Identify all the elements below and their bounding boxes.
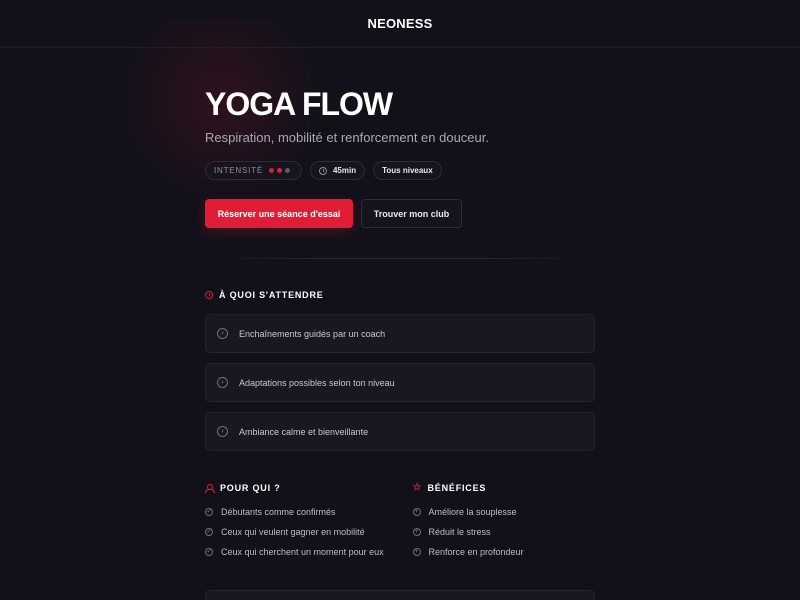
- benefits-section: ☆ BÉNÉFICES + Améliore la souplesse + Ré…: [412, 482, 596, 557]
- duration-value: 45min: [332, 166, 357, 175]
- expect-list: › Enchaînements guidés par un coach › Ad…: [205, 314, 595, 451]
- benefits-heading: ☆ BÉNÉFICES: [412, 482, 596, 494]
- list-item: + Renforce en profondeur: [412, 547, 596, 557]
- intensity-dot-inactive: [284, 168, 290, 173]
- check-circle-icon: ✓: [205, 548, 213, 556]
- list-item: ✓ Débutants comme confirmés: [205, 507, 388, 517]
- clock-icon: [318, 166, 327, 175]
- page-subtitle: Respiration, mobilité et renforcement en…: [205, 130, 489, 145]
- list-item-label: Ceux qui veulent gagner en mobilité: [221, 527, 365, 537]
- star-icon: ☆: [412, 482, 423, 493]
- expect-title: À QUOI S'ATTENDRE: [219, 290, 324, 300]
- cta-group: Réserver une séance d'essai Trouver mon …: [205, 199, 595, 228]
- benefits-list: + Améliore la souplesse + Réduit le stre…: [412, 507, 596, 557]
- list-item: ✓ Ceux qui veulent gagner en mobilité: [205, 527, 388, 537]
- plus-circle-icon: +: [412, 528, 421, 536]
- benefits-title: BÉNÉFICES: [427, 483, 487, 493]
- expect-item[interactable]: › Enchaînements guidés par un coach: [205, 314, 595, 353]
- intensity-chip: INTENSITÉ: [205, 161, 302, 180]
- list-item-label: Renforce en profondeur: [428, 547, 524, 557]
- check-circle-icon: ✓: [205, 528, 213, 536]
- expect-item[interactable]: › Ambiance calme et bienveillante: [205, 412, 595, 451]
- for-who-list: ✓ Débutants comme confirmés ✓ Ceux qui v…: [205, 507, 388, 557]
- book-trial-button[interactable]: Réserver une séance d'essai: [205, 199, 353, 228]
- check-circle-icon: ✓: [205, 508, 213, 516]
- plus-circle-icon: +: [412, 508, 421, 516]
- for-who-title: POUR QUI ?: [220, 483, 281, 493]
- expect-item[interactable]: › Adaptations possibles selon ton niveau: [205, 363, 595, 402]
- section-divider: [205, 258, 595, 259]
- info-columns: POUR QUI ? ✓ Débutants comme confirmés ✓…: [205, 483, 595, 557]
- intensity-label: INTENSITÉ: [214, 166, 263, 175]
- find-club-button[interactable]: Trouver mon club: [361, 199, 462, 228]
- expect-heading: À QUOI S'ATTENDRE: [205, 290, 595, 300]
- level-chip: Tous niveaux: [373, 161, 442, 180]
- expect-item-label: Enchaînements guidés par un coach: [239, 328, 386, 339]
- chevron-circle-icon: ›: [217, 426, 228, 437]
- list-item: + Réduit le stress: [412, 527, 596, 537]
- intensity-dot-active: [268, 168, 274, 173]
- list-item-label: Ceux qui cherchent un moment pour eux: [221, 547, 384, 557]
- list-item-label: Réduit le stress: [428, 527, 491, 537]
- info-circle-icon: [205, 291, 213, 299]
- top-header: NEONESS: [0, 0, 800, 48]
- chevron-circle-icon: ›: [217, 377, 228, 388]
- list-item-label: Débutants comme confirmés: [221, 507, 336, 517]
- list-item: ✓ Ceux qui cherchent un moment pour eux: [205, 547, 388, 557]
- intensity-dot-active: [276, 168, 282, 173]
- for-who-heading: POUR QUI ?: [205, 483, 388, 493]
- list-item-label: Améliore la souplesse: [428, 507, 517, 517]
- level-value: Tous niveaux: [382, 166, 433, 175]
- class-meta-chips: INTENSITÉ 45min Tous niveaux: [205, 161, 595, 180]
- expect-item-label: Adaptations possibles selon ton niveau: [239, 377, 395, 388]
- brand-logo[interactable]: NEONESS: [368, 16, 433, 31]
- duration-chip: 45min: [309, 161, 366, 180]
- plus-circle-icon: +: [412, 548, 421, 556]
- class-detail: YOGA FLOW Respiration, mobilité et renfo…: [205, 48, 595, 557]
- expect-item-label: Ambiance calme et bienveillante: [239, 426, 369, 437]
- next-section-card: [205, 590, 595, 600]
- page-title: YOGA FLOW: [205, 86, 393, 122]
- expect-section: À QUOI S'ATTENDRE › Enchaînements guidés…: [205, 290, 595, 451]
- list-item: + Améliore la souplesse: [412, 507, 596, 517]
- for-who-section: POUR QUI ? ✓ Débutants comme confirmés ✓…: [205, 483, 388, 557]
- chevron-circle-icon: ›: [217, 328, 228, 339]
- intensity-dots: [268, 168, 293, 173]
- user-icon: [205, 483, 215, 493]
